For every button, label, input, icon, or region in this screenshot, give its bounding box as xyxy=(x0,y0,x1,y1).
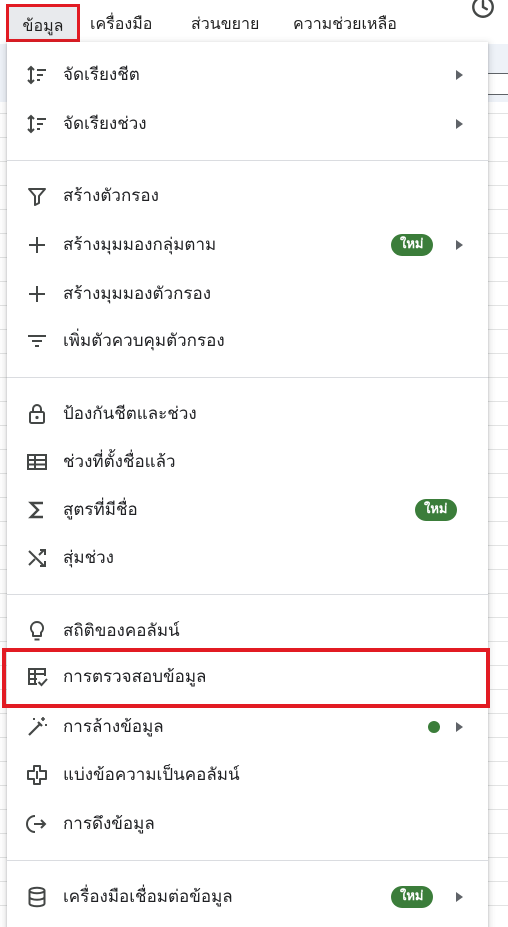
status-dot xyxy=(428,721,440,733)
plus-icon xyxy=(29,286,45,302)
menu-item-protect-sheets[interactable]: ป้องกันชีตและช่วง xyxy=(7,391,488,437)
shuffle-icon xyxy=(28,549,46,567)
menu-item-label: ป้องกันชีตและช่วง xyxy=(63,404,197,424)
lightbulb-icon xyxy=(29,620,45,641)
menu-divider xyxy=(7,377,488,378)
magic-wand-icon xyxy=(28,717,47,736)
menu-item-create-filter-view[interactable]: สร้างมุมมองตัวกรอง xyxy=(7,271,488,317)
menu-item-label: สร้างมุมมองตัวกรอง xyxy=(63,284,212,304)
history-icon[interactable] xyxy=(470,0,496,20)
menu-data[interactable]: ข้อมูล xyxy=(6,4,80,42)
sort-icon xyxy=(27,114,46,134)
menu-item-label: แบ่งข้อความเป็นคอลัมน์ xyxy=(63,765,240,785)
data-validation-icon xyxy=(28,668,48,687)
menu-item-label: สถิติของคอลัมน์ xyxy=(63,621,180,641)
data-menu-dropdown: จัดเรียงชีต จัดเรียงช่วง สร้างตัวกรอง สร… xyxy=(7,42,488,927)
menu-extensions[interactable]: ส่วนขยาย xyxy=(191,0,259,44)
lock-icon xyxy=(29,404,45,424)
menu-item-named-ranges[interactable]: ช่วงที่ตั้งชื่อแล้ว xyxy=(7,439,488,485)
new-badge: ใหม่ xyxy=(415,499,457,521)
menu-item-create-filter[interactable]: สร้างตัวกรอง xyxy=(7,173,488,219)
menu-item-sort-range[interactable]: จัดเรียงช่วง xyxy=(7,101,488,147)
menu-item-named-functions[interactable]: สูตรที่มีชื่อ ใหม่ xyxy=(7,487,488,533)
new-badge: ใหม่ xyxy=(391,234,433,256)
menu-item-randomize-range[interactable]: สุ่มช่วง xyxy=(7,535,488,581)
chevron-right-icon xyxy=(456,892,463,902)
menu-item-label: เครื่องมือเชื่อมต่อข้อมูล xyxy=(63,887,233,907)
menu-help[interactable]: ความช่วยเหลือ xyxy=(293,0,397,44)
new-badge: ใหม่ xyxy=(391,886,433,908)
menu-item-data-connectors[interactable]: เครื่องมือเชื่อมต่อข้อมูล ใหม่ xyxy=(7,874,488,920)
menu-item-label: การล้างข้อมูล xyxy=(63,717,164,737)
menu-item-data-cleanup[interactable]: การล้างข้อมูล xyxy=(7,704,488,750)
menu-item-label: การตรวจสอบข้อมูล xyxy=(63,667,207,687)
menu-item-create-group-by-view[interactable]: สร้างมุมมองกลุ่มตาม ใหม่ xyxy=(7,222,488,268)
chevron-right-icon xyxy=(456,70,463,80)
menu-item-label: ช่วงที่ตั้งชื่อแล้ว xyxy=(63,452,176,472)
menu-item-data-validation[interactable]: การตรวจสอบข้อมูล xyxy=(7,654,488,700)
plus-icon xyxy=(29,237,45,253)
menu-item-label: การดึงข้อมูล xyxy=(63,814,155,834)
chevron-right-icon xyxy=(456,240,463,250)
menu-divider xyxy=(7,860,488,861)
menu-item-label: จัดเรียงช่วง xyxy=(63,114,147,134)
menu-item-split-text[interactable]: แบ่งข้อความเป็นคอลัมน์ xyxy=(7,752,488,798)
menu-item-label: สร้างมุมมองกลุ่มตาม xyxy=(63,235,217,255)
menu-divider xyxy=(7,594,488,595)
table-icon xyxy=(27,454,47,470)
menu-bar: ข้อมูล เครื่องมือ ส่วนขยาย ความช่วยเหลือ xyxy=(0,0,508,44)
menu-item-label: สุ่มช่วง xyxy=(63,548,114,568)
split-columns-icon xyxy=(27,765,47,785)
menu-item-sort-sheet[interactable]: จัดเรียงชีต xyxy=(7,52,488,98)
filter-lines-icon xyxy=(28,335,46,347)
menu-divider xyxy=(7,160,488,161)
menu-item-label: สูตรที่มีชื่อ xyxy=(63,500,138,520)
menu-item-add-filter-control[interactable]: เพิ่มตัวควบคุมตัวกรอง xyxy=(7,318,488,364)
extract-icon xyxy=(26,815,47,833)
filter-icon xyxy=(28,188,46,206)
menu-item-data-extraction[interactable]: การดึงข้อมูล xyxy=(7,801,488,847)
sort-icon xyxy=(27,65,46,85)
sigma-icon xyxy=(28,501,43,519)
menu-item-label: เพิ่มตัวควบคุมตัวกรอง xyxy=(63,331,225,351)
menu-item-column-stats[interactable]: สถิติของคอลัมน์ xyxy=(7,608,488,654)
chevron-right-icon xyxy=(456,119,463,129)
chevron-right-icon xyxy=(456,722,463,732)
menu-item-label: สร้างตัวกรอง xyxy=(63,186,159,206)
menu-tools[interactable]: เครื่องมือ xyxy=(90,0,152,44)
database-icon xyxy=(28,886,46,908)
menu-item-label: จัดเรียงชีต xyxy=(63,65,140,85)
